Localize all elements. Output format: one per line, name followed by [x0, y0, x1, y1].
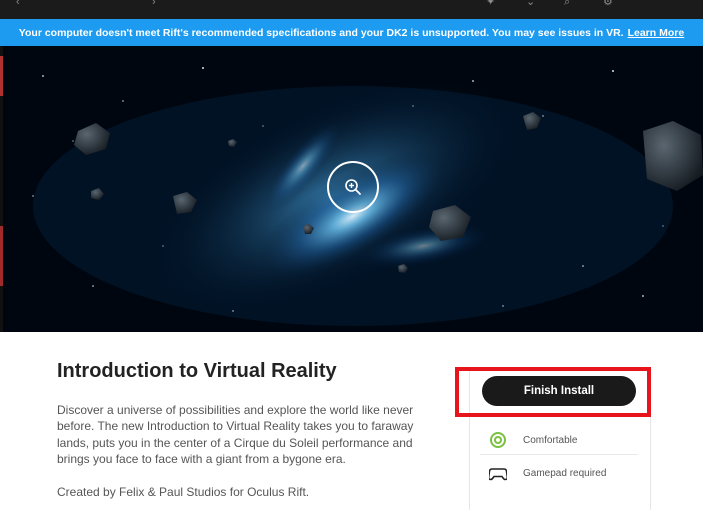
- comfort-icon: [489, 431, 507, 449]
- learn-more-link[interactable]: Learn More: [628, 27, 685, 39]
- warning-message: Your computer doesn't meet Rift's recomm…: [18, 26, 624, 39]
- app-credit: Created by Felix & Paul Studios for Ocul…: [57, 485, 310, 499]
- feature-comfortable: Comfortable: [489, 431, 577, 449]
- divider: [480, 454, 638, 455]
- feature-gamepad: Gamepad required: [487, 464, 607, 482]
- app-title: Introduction to Virtual Reality: [57, 360, 337, 382]
- feature-label: Gamepad required: [523, 467, 607, 479]
- finish-install-button[interactable]: Finish Install: [482, 376, 636, 406]
- search-icon[interactable]: ⌕: [564, 0, 570, 8]
- top-bar: ‹ › ✦ ⌄ ⌕ ⚙: [0, 0, 703, 19]
- chevron-down-icon[interactable]: ⌄: [526, 0, 535, 8]
- star-icon[interactable]: ✦: [486, 0, 495, 8]
- hero-image[interactable]: [3, 46, 703, 332]
- gamepad-icon: [487, 464, 509, 482]
- back-icon[interactable]: ‹: [16, 0, 20, 8]
- warning-banner: Your computer doesn't meet Rift's recomm…: [0, 19, 703, 46]
- feature-label: Comfortable: [523, 434, 578, 446]
- app-details: Introduction to Virtual Reality Discover…: [0, 332, 703, 510]
- app-description: Discover a universe of possibilities and…: [57, 403, 414, 467]
- chevron-icon[interactable]: ›: [152, 0, 156, 8]
- zoom-in-icon: [345, 179, 361, 195]
- settings-icon[interactable]: ⚙: [603, 0, 613, 8]
- zoom-button[interactable]: [327, 161, 379, 213]
